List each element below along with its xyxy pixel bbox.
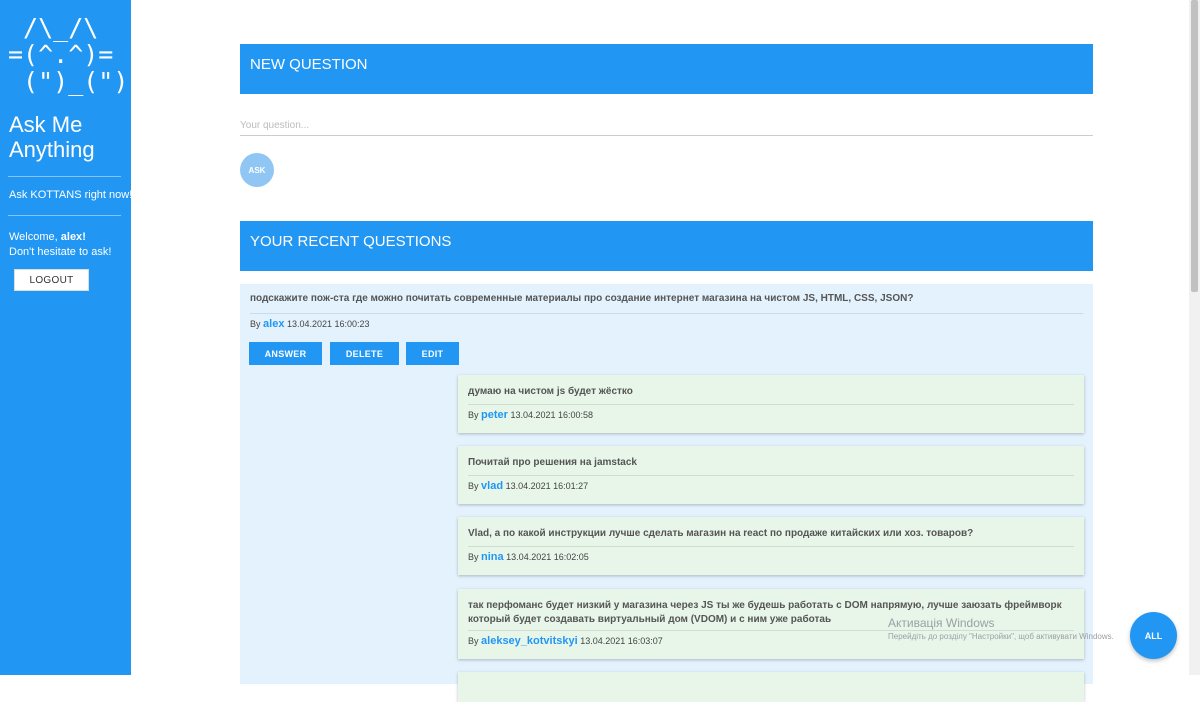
logout-button[interactable]: LOGOUT — [14, 269, 89, 291]
all-questions-button[interactable]: ALL — [1130, 612, 1177, 659]
ask-button[interactable]: ASK — [240, 153, 274, 187]
welcome-message: Welcome, alex! Don't hesitate to ask! — [9, 230, 111, 260]
answer-divider — [468, 404, 1074, 405]
answer-meta: By nina 13.04.2021 16:02:05 — [468, 551, 589, 563]
answer-author[interactable]: aleksey_kotvitskyi — [481, 635, 578, 647]
by-label: By — [468, 481, 479, 491]
answer-meta: By aleksey_kotvitskyi 13.04.2021 16:03:0… — [468, 635, 663, 647]
answer-timestamp: 13.04.2021 16:01:27 — [505, 481, 589, 491]
by-label: By — [250, 319, 261, 329]
scrollbar-thumb[interactable] — [1191, 0, 1198, 292]
question-timestamp: 13.04.2021 16:00:23 — [286, 319, 370, 329]
delete-button[interactable]: DELETE — [330, 342, 399, 365]
answer-author[interactable]: nina — [481, 551, 504, 563]
answer-timestamp: 13.04.2021 16:02:05 — [506, 552, 589, 562]
answer-divider — [468, 475, 1074, 476]
answer-text: Почитай про решения на jamstack — [468, 457, 637, 468]
sidebar-tagline: Ask KOTTANS right now! — [9, 189, 133, 201]
sidebar-divider — [8, 176, 121, 177]
app-title: Ask Me Anything — [9, 112, 95, 162]
answer-timestamp: 13.04.2021 16:00:58 — [510, 410, 594, 420]
watermark-subtitle: Перейдіть до розділу "Настройки", щоб ак… — [888, 632, 1114, 641]
answer-card: Vlad, а по какой инструкции лучше сделат… — [458, 517, 1084, 575]
question-meta: By alex 13.04.2021 16:00:23 — [250, 318, 370, 330]
answer-text: думаю на чистом js будет жёстко — [468, 386, 633, 397]
sidebar-divider — [8, 215, 121, 216]
answer-text: Vlad, а по какой инструкции лучше сделат… — [468, 528, 974, 539]
welcome-username: alex — [60, 231, 83, 243]
cat-logo: /\_/\ =(^.^)= (")_(") — [8, 13, 129, 96]
answer-author[interactable]: vlad — [481, 480, 503, 492]
answer-timestamp: 13.04.2021 16:03:07 — [580, 636, 663, 646]
question-divider — [250, 313, 1083, 314]
welcome-line2: Don't hesitate to ask! — [9, 246, 112, 258]
page-scrollbar[interactable] — [1189, 0, 1200, 675]
question-input[interactable] — [240, 116, 1093, 136]
answer-button[interactable]: ANSWER — [249, 342, 322, 365]
watermark-title: Активація Windows — [888, 616, 995, 630]
welcome-suffix: ! — [82, 231, 86, 243]
recent-questions-header: YOUR RECENT QUESTIONS — [240, 221, 1093, 271]
answer-card — [458, 672, 1084, 702]
answer-author[interactable]: peter — [481, 409, 508, 421]
question-author[interactable]: alex — [263, 318, 284, 330]
windows-activation-watermark: Активація Windows Перейдіть до розділу "… — [888, 616, 1114, 641]
by-label: By — [468, 636, 479, 646]
new-question-header: NEW QUESTION — [240, 44, 1093, 94]
edit-button[interactable]: EDIT — [406, 342, 459, 365]
answer-divider — [468, 546, 1074, 547]
by-label: By — [468, 552, 479, 562]
answer-meta: By peter 13.04.2021 16:00:58 — [468, 409, 593, 421]
question-text: подскажите пож-ста где можно почитать со… — [250, 293, 914, 304]
answer-meta: By vlad 13.04.2021 16:01:27 — [468, 480, 588, 492]
sidebar: /\_/\ =(^.^)= (")_(") Ask Me Anything As… — [0, 0, 133, 675]
welcome-prefix: Welcome, — [9, 231, 61, 243]
answer-card: думаю на чистом js будет жёстко By peter… — [458, 375, 1084, 433]
by-label: By — [468, 410, 479, 420]
answer-card: Почитай про решения на jamstack By vlad … — [458, 446, 1084, 504]
